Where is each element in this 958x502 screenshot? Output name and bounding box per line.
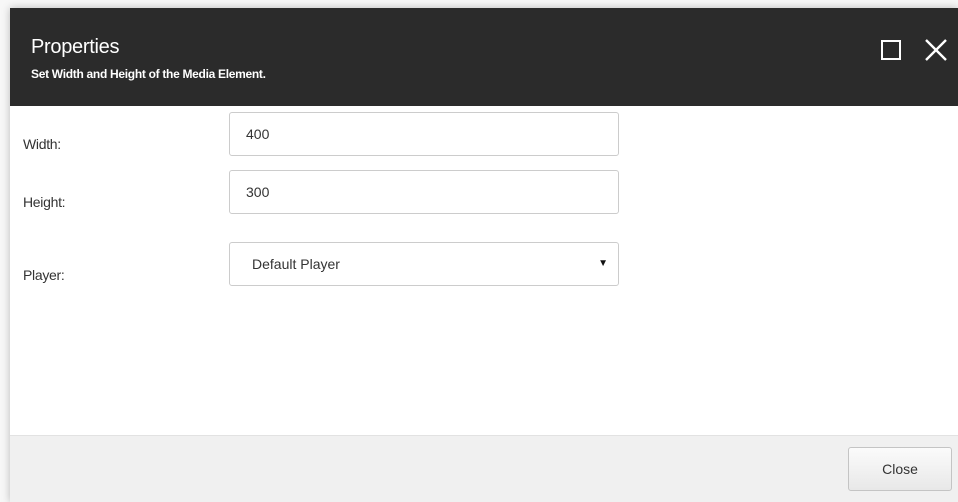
width-label: Width: [23, 136, 61, 152]
dialog-titlebar: Properties Set Width and Height of the M… [10, 8, 958, 106]
dialog-subtitle: Set Width and Height of the Media Elemen… [31, 67, 266, 81]
page-backdrop-left [0, 0, 10, 502]
dialog-footer: Close [10, 435, 958, 502]
properties-dialog: Properties Set Width and Height of the M… [10, 8, 958, 502]
page-backdrop-top [0, 0, 958, 8]
height-label: Height: [23, 194, 66, 210]
maximize-button[interactable] [880, 38, 904, 62]
player-label: Player: [23, 267, 65, 283]
width-input[interactable]: 400 [229, 112, 619, 156]
maximize-icon [881, 40, 901, 60]
dialog-content: Width: 400 Height: 300 Player: Default P… [10, 106, 958, 435]
close-button[interactable]: Close [848, 447, 952, 491]
dropdown-arrow-icon: ▼ [598, 258, 608, 269]
close-icon [925, 39, 947, 61]
dialog-title: Properties [31, 36, 120, 58]
dialog-close-button[interactable] [924, 38, 948, 62]
player-select[interactable]: Default Player ▼ [229, 242, 619, 286]
height-input[interactable]: 300 [229, 170, 619, 214]
player-select-value: Default Player [252, 256, 340, 272]
